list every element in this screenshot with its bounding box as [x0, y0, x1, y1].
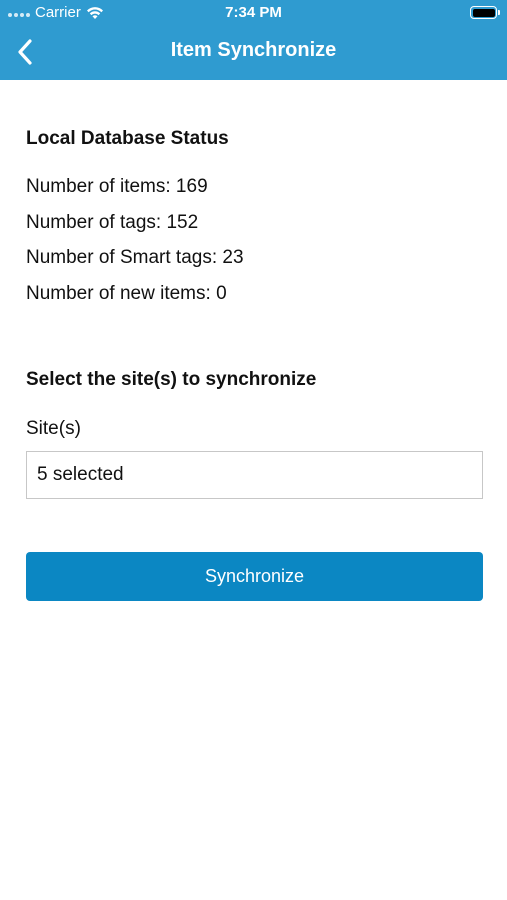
synchronize-button[interactable]: Synchronize [26, 552, 483, 601]
stat-new-items: Number of new items: 0 [26, 283, 227, 304]
status-bar: Carrier 7:34 PM [0, 0, 507, 26]
stat-tags: Number of tags: 152 [26, 212, 199, 233]
db-status-heading: Local Database Status [26, 128, 229, 149]
page-title: Item Synchronize [170, 39, 337, 61]
sites-select[interactable]: 5 selected [26, 451, 483, 499]
stat-items: Number of items: 169 [26, 176, 208, 197]
site-select-heading: Select the site(s) to synchronize [26, 369, 317, 390]
status-time: 7:34 PM [225, 4, 282, 21]
sites-label: Site(s) [26, 418, 81, 439]
battery-icon [470, 6, 500, 19]
nav-header: Carrier 7:34 PM Item Synchronize [0, 0, 507, 80]
stat-smart-tags: Number of Smart tags: 23 [26, 247, 244, 268]
